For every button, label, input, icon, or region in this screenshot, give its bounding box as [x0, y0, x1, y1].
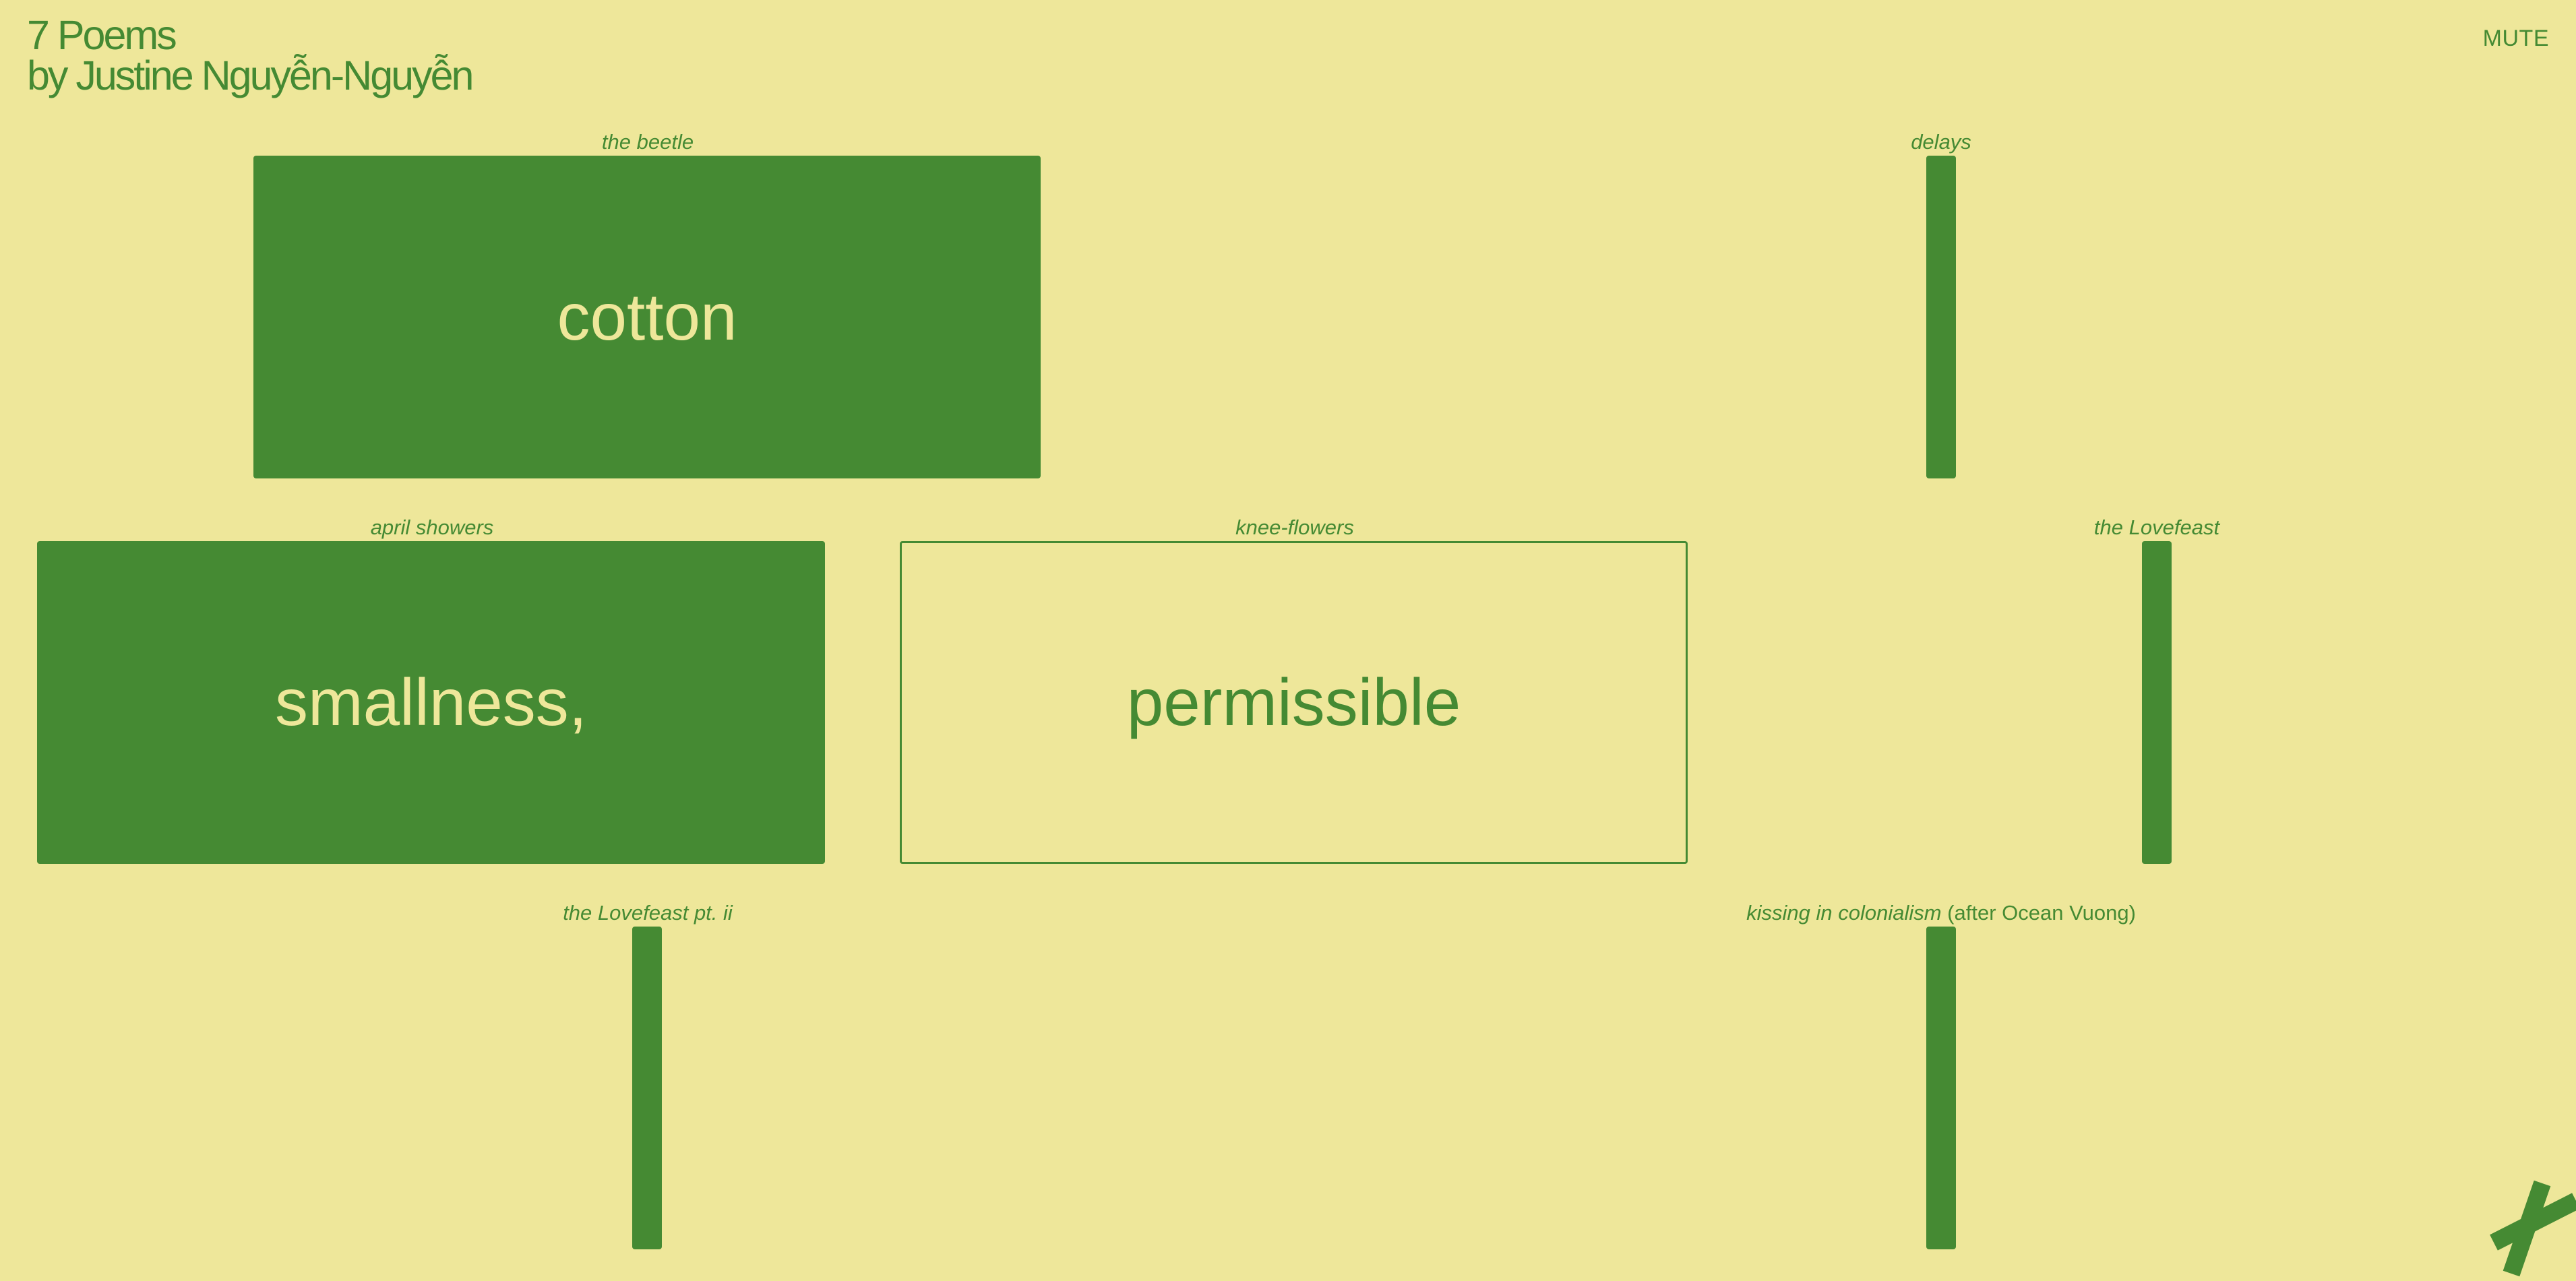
poem-card-delays[interactable] [1926, 156, 1956, 478]
title-line-1: 7 Poems [27, 12, 177, 58]
mute-button[interactable]: MUTE [2483, 26, 2549, 52]
title-line-2: by Justine Nguyễn-Nguyễn [27, 53, 474, 98]
poem-word-cotton: cotton [557, 280, 737, 354]
close-x-icon[interactable] [2486, 1180, 2576, 1278]
poem-title-april-showers: april showers [370, 515, 494, 539]
poem-title-delays: delays [1911, 130, 1971, 154]
poem-card-knee-flowers[interactable]: permissible [900, 541, 1688, 864]
poem-card-the-lovefeast-pt-ii[interactable] [632, 927, 662, 1249]
poem-card-the-beetle[interactable]: cotton [253, 156, 1041, 478]
poem-title-knee-flowers: knee-flowers [1235, 515, 1354, 539]
poem-title-kissing-in-colonialism: kissing in colonialism (after Ocean Vuon… [1746, 901, 2136, 925]
poem-title-the-lovefeast-pt-ii: the Lovefeast pt. ii [563, 901, 733, 925]
poem-title-the-lovefeast: the Lovefeast [2093, 515, 2220, 539]
poem-card-kissing-in-colonialism[interactable] [1926, 927, 1956, 1249]
poem-word-smallness: smallness, [275, 665, 587, 739]
site-title: 7 Poems by Justine Nguyễn-Nguyễn [27, 12, 474, 98]
poem-card-april-showers[interactable]: smallness, [37, 541, 825, 864]
poem-subtitle-kissing: (after Ocean Vuong) [1947, 901, 2136, 925]
poem-title-kissing-text: kissing in colonialism [1746, 901, 1942, 925]
poem-word-permissible: permissible [1126, 665, 1461, 739]
poem-title-the-beetle: the beetle [601, 130, 694, 154]
poem-card-the-lovefeast[interactable] [2142, 541, 2172, 864]
